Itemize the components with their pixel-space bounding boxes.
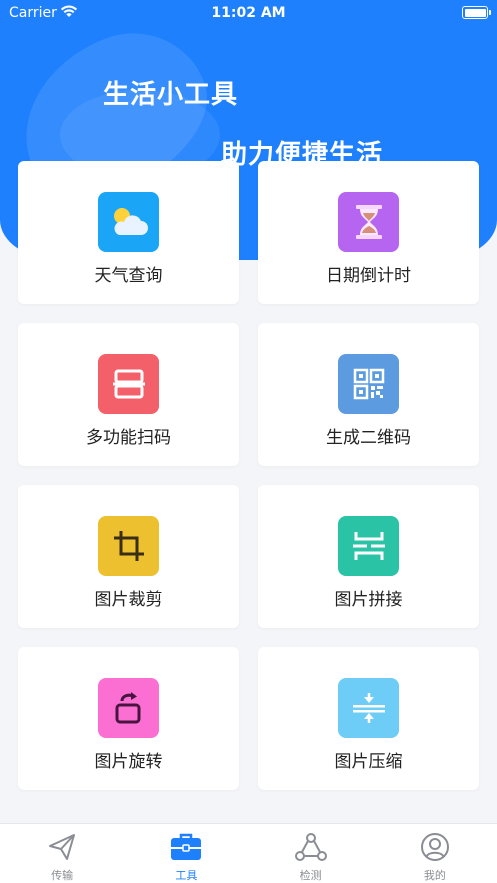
tab-detect[interactable]: 检测 [249,824,373,883]
tool-label: 图片拼接 [334,590,403,610]
tools-grid: 天气查询 日期倒计时 多功能扫码 生成二维码 图片裁剪 图片拼接 图片旋转 图片… [18,161,479,790]
tab-bar: 传输 工具 检测 我的 [0,823,497,883]
rotate-icon [98,678,159,738]
hero-title: 生活小工具 [103,80,239,110]
crop-icon [98,516,159,576]
tab-label: 检测 [299,869,322,882]
tool-label: 图片裁剪 [94,590,163,610]
tool-label: 生成二维码 [326,428,411,448]
battery-icon [462,6,491,19]
hourglass-icon [338,192,399,252]
tool-card-stitch[interactable]: 图片拼接 [258,485,479,628]
tool-label: 图片压缩 [334,752,403,772]
tab-label: 我的 [423,869,446,882]
scan-icon [98,354,159,414]
tool-label: 图片旋转 [94,752,163,772]
toolbox-icon [170,832,202,866]
tool-card-compress[interactable]: 图片压缩 [258,647,479,790]
profile-icon [420,832,450,866]
status-bar: Carrier 11:02 AM [0,0,497,26]
tool-card-crop[interactable]: 图片裁剪 [18,485,239,628]
qr-code-icon [338,354,399,414]
tool-card-weather[interactable]: 天气查询 [18,161,239,304]
tool-label: 日期倒计时 [326,266,411,286]
detect-icon [294,832,327,866]
tool-card-scan[interactable]: 多功能扫码 [18,323,239,466]
tool-card-countdown[interactable]: 日期倒计时 [258,161,479,304]
tool-label: 多功能扫码 [86,428,171,448]
tab-label: 工具 [175,869,198,882]
tab-label: 传输 [51,869,74,882]
tool-card-rotate[interactable]: 图片旋转 [18,647,239,790]
weather-icon [98,192,159,252]
compress-icon [338,678,399,738]
tab-transfer[interactable]: 传输 [0,824,124,883]
tool-label: 天气查询 [94,266,163,286]
tab-tools[interactable]: 工具 [124,824,248,883]
tab-profile[interactable]: 我的 [373,824,497,883]
clock: 11:02 AM [211,5,286,21]
send-icon [47,832,77,866]
stitch-icon [338,516,399,576]
tool-card-qr[interactable]: 生成二维码 [258,323,479,466]
